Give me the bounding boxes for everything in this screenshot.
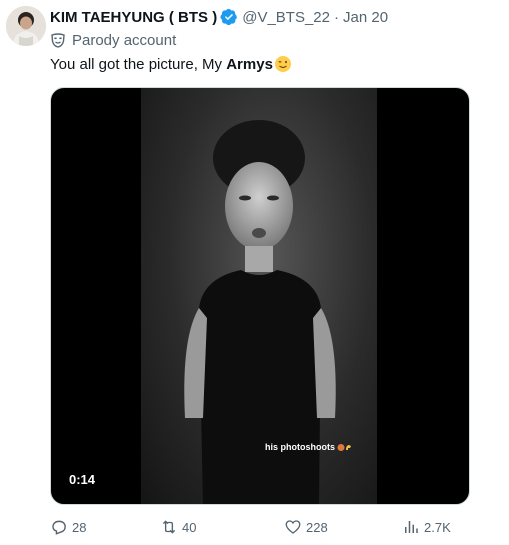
caption-emoji-icon [337,443,351,451]
video-player[interactable]: his photoshoots 0:14 [50,87,470,505]
video-duration: 0:14 [63,469,102,490]
tweet-header: KIM TAEHYUNG ( BTS ) @V_BTS_22 · Jan 20 [50,7,388,27]
reply-icon [52,520,66,535]
header-separator: · [334,8,339,26]
avatar[interactable] [6,6,46,46]
video-caption-text: his photoshoots [265,442,335,452]
tweet-text: You all got the picture, My Armys [50,53,292,75]
parody-label: Parody account [72,31,177,49]
reply-count: 28 [72,519,87,535]
parody-mask-icon [51,33,65,48]
tweet-text-prefix: You all got the picture, My [50,55,227,73]
like-button[interactable]: 228 [284,515,328,539]
heart-icon [285,520,301,534]
video-caption: his photoshoots [265,442,353,452]
action-bar: 28 40 228 2.7K [50,515,470,539]
views-count: 2.7K [424,519,451,535]
tweet-date[interactable]: Jan 20 [343,9,388,26]
tweet-card: KIM TAEHYUNG ( BTS ) @V_BTS_22 · Jan 20 … [0,0,509,545]
views-button[interactable]: 2.7K [402,515,451,539]
parody-label-row: Parody account [50,30,176,50]
display-name[interactable]: KIM TAEHYUNG ( BTS ) [50,9,217,26]
repost-count: 40 [182,519,197,535]
verified-badge-icon[interactable] [220,8,238,26]
avatar-image [6,6,46,46]
winking-face-emoji-icon [274,56,291,72]
reply-button[interactable]: 28 [50,515,86,539]
views-chart-icon [405,521,418,533]
repost-button[interactable]: 40 [160,515,196,539]
like-count: 228 [306,519,328,535]
tweet-text-bold: Armys [226,55,273,73]
user-handle[interactable]: @V_BTS_22 [242,9,330,26]
repost-icon [162,520,176,534]
